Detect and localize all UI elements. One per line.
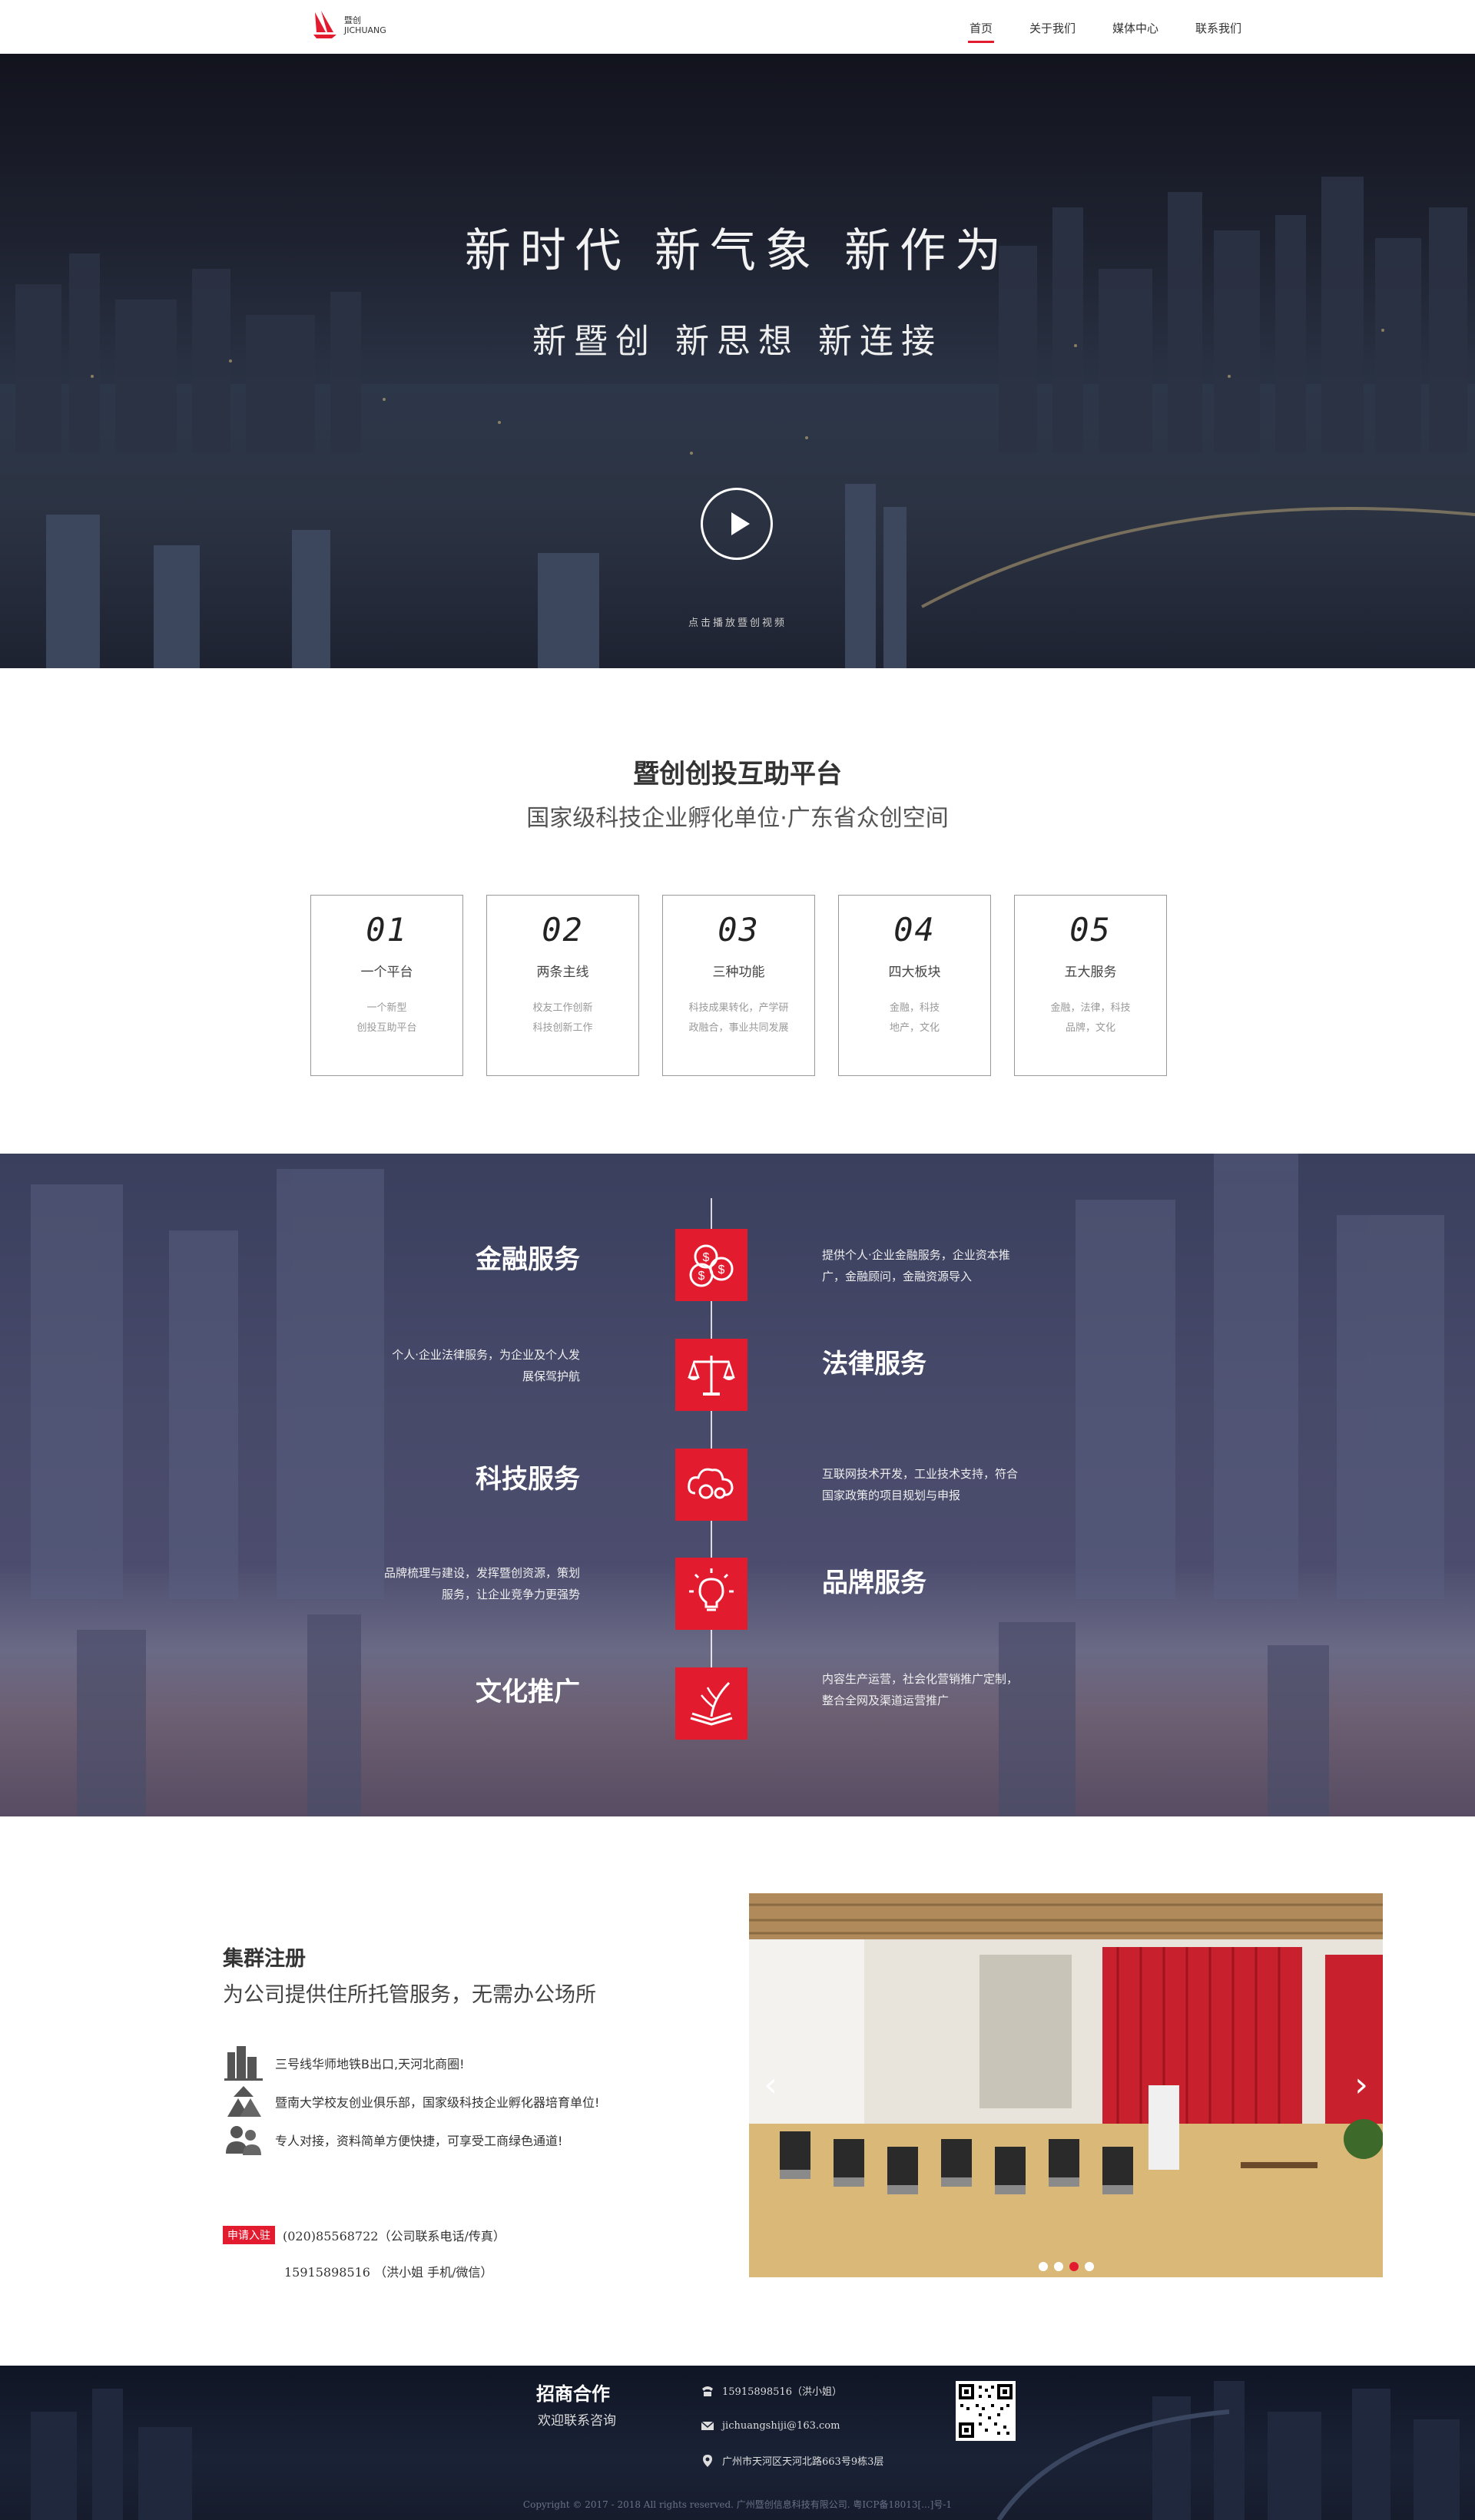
carousel-dots — [749, 2262, 1383, 2271]
cluster-feature-text: 专人对接，资料简单方便快捷，可享受工商绿色通道! — [275, 2134, 563, 2148]
card-number: 01 — [366, 911, 408, 949]
apply-row: 申请入驻 (020)85568722（公司联系电话/传真） — [223, 2226, 505, 2244]
svg-text:$: $ — [698, 1270, 705, 1283]
card-number: 05 — [1069, 911, 1112, 949]
hero-banner: 新时代 新气象 新作为 新暨创 新思想 新连接 点击播放暨创视频 — [0, 54, 1475, 668]
card-title: 三种功能 — [712, 965, 765, 980]
platform-card[interactable]: 02 两条主线 校友工作创新 科技创新工作 — [486, 895, 639, 1076]
office-carousel: ‹ › — [749, 1893, 1383, 2277]
card-title: 两条主线 — [536, 965, 589, 980]
carousel-dot[interactable] — [1053, 2262, 1063, 2271]
service-title: 品牌服务 — [822, 1568, 926, 1598]
card-desc: 科技成果转化，产学研 政融合，事业共同发展 — [688, 1002, 789, 1034]
hero-title: 新时代 新气象 新作为 — [464, 224, 1011, 278]
nav-item-home[interactable]: 首页 — [967, 0, 995, 54]
footer-phone: 15915898516（洪小姐） — [701, 2383, 842, 2398]
platform-card[interactable]: 01 一个平台 一个新型 创投互助平台 — [310, 895, 463, 1076]
lightbulb-icon[interactable] — [675, 1558, 747, 1630]
platform-card[interactable]: 04 四大板块 金融，科技 地产，文化 — [838, 895, 991, 1076]
apply-button[interactable]: 申请入驻 — [223, 2226, 275, 2244]
platform-cards: 01 一个平台 一个新型 创投互助平台 02 两条主线 校友工作创新 科技创新工作 … — [310, 895, 1167, 1076]
card-title: 五大服务 — [1064, 965, 1117, 980]
platform-title: 暨创创投互助平台 — [633, 759, 842, 790]
coins-icon[interactable]: $ $ $ — [675, 1229, 747, 1301]
card-number: 03 — [718, 911, 760, 949]
service-title: 科技服务 — [476, 1464, 580, 1495]
card-title: 四大板块 — [888, 965, 941, 980]
platform-card[interactable]: 03 三种功能 科技成果转化，产学研 政融合，事业共同发展 — [662, 895, 815, 1076]
copyright: Copyright © 2017 - 2018 All rights reser… — [522, 2499, 953, 2510]
service-desc: 个人·企业法律服务，为企业及个人发 展保驾护航 — [392, 1348, 580, 1383]
hero-subtitle: 新暨创 新思想 新连接 — [532, 322, 943, 361]
platform-subtitle: 国家级科技企业孵化单位·广东省众创空间 — [526, 805, 949, 832]
cluster-feature: 暨南大学校友创业俱乐部，国家级科技企业孵化器培育单位! — [223, 2083, 599, 2120]
carousel-dot-active[interactable] — [1069, 2262, 1079, 2271]
svg-text:$: $ — [703, 1251, 710, 1264]
footer-address: 广州市天河区天河北路663号9栋3层 — [701, 2453, 883, 2468]
card-number: 04 — [893, 911, 936, 949]
nav-item-about[interactable]: 关于我们 — [1029, 0, 1076, 54]
top-nav: 暨创 JICHUANG 首页 关于我们 媒体中心 联系我们 — [0, 0, 1475, 54]
cluster-feature-text: 暨南大学校友创业俱乐部，国家级科技企业孵化器培育单位! — [275, 2095, 600, 2110]
service-desc: 内容生产运营，社会化营销推广定制， 整合全网及渠道运营推广 — [822, 1672, 1019, 1707]
service-title: 金融服务 — [476, 1244, 580, 1275]
footer-subtitle: 欢迎联系咨询 — [538, 2413, 616, 2429]
cluster-subtitle: 为公司提供住所托管服务，无需办公场所 — [223, 1983, 596, 2007]
people-icon — [226, 2126, 261, 2155]
card-title: 一个平台 — [360, 965, 413, 980]
carousel-dot[interactable] — [1084, 2262, 1094, 2271]
office-photo — [749, 1893, 1383, 2277]
svg-text:$: $ — [718, 1263, 725, 1277]
logo-en: JICHUANG — [344, 25, 386, 35]
card-desc: 金融，科技 地产，文化 — [889, 1002, 940, 1034]
mail-icon — [701, 2421, 714, 2430]
book-icon[interactable] — [675, 1667, 747, 1740]
card-number: 02 — [542, 911, 584, 949]
company-phone: (020)85568722（公司联系电话/传真） — [283, 2229, 505, 2243]
cluster-feature: 专人对接，资料简单方便快捷，可享受工商绿色通道! — [223, 2121, 562, 2158]
cluster-title: 集群注册 — [223, 1947, 306, 1971]
play-video-button[interactable] — [701, 488, 773, 560]
mountain-icon — [227, 2086, 261, 2117]
service-title: 文化推广 — [476, 1677, 580, 1707]
card-desc: 校友工作创新 科技创新工作 — [532, 1002, 593, 1034]
footer-title: 招商合作 — [536, 2383, 610, 2405]
nav-item-contact[interactable]: 联系我们 — [1195, 0, 1241, 54]
service-desc: 互联网技术开发，工业技术支持，符合 国家政策的项目规划与申报 — [822, 1467, 1019, 1502]
cluster-feature: 三号线华师地铁B出口,天河北商圈! — [223, 2045, 464, 2081]
sail-logo-icon — [312, 9, 340, 41]
cloud-tech-icon[interactable] — [675, 1449, 747, 1521]
service-desc: 提供个人·企业金融服务，企业资本推 广，金融顾问，金融资源导入 — [822, 1248, 1010, 1283]
carousel-prev-arrow[interactable]: ‹ — [755, 2066, 786, 2104]
card-desc: 金融，法律，科技 品牌，文化 — [1050, 1002, 1131, 1034]
carousel-dot[interactable] — [1038, 2262, 1048, 2271]
mobile-phone: 15915898516 （洪小姐 手机/微信） — [284, 2265, 493, 2280]
phone-icon — [702, 2386, 713, 2396]
service-desc: 品牌梳理与建设，发挥暨创资源，策划 服务，让企业竞争力更强势 — [383, 1566, 580, 1601]
qr-code — [956, 2381, 1016, 2441]
footer-email[interactable]: jichuangshiji@163.com — [701, 2419, 840, 2432]
logo-cn: 暨创 — [344, 15, 361, 25]
service-title: 法律服务 — [822, 1349, 926, 1379]
building-icon — [224, 2046, 263, 2081]
carousel-next-arrow[interactable]: › — [1346, 2066, 1377, 2104]
card-desc: 一个新型 创投互助平台 — [356, 1002, 417, 1034]
play-caption: 点击播放暨创视频 — [688, 618, 787, 629]
main-menu: 首页 关于我们 媒体中心 联系我们 — [967, 0, 1278, 54]
logo[interactable]: 暨创 JICHUANG — [312, 9, 386, 41]
cluster-feature-text: 三号线华师地铁B出口,天河北商圈! — [275, 2057, 465, 2071]
location-pin-icon — [703, 2454, 712, 2467]
scales-icon[interactable] — [675, 1339, 747, 1411]
platform-card[interactable]: 05 五大服务 金融，法律，科技 品牌，文化 — [1014, 895, 1167, 1076]
nav-item-media[interactable]: 媒体中心 — [1112, 0, 1158, 54]
